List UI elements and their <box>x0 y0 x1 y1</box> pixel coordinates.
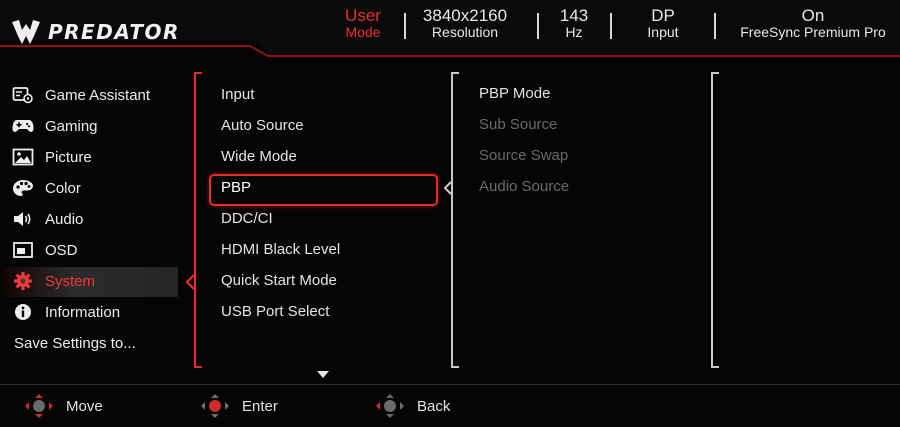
pbp-option-audio-source: Audio Source <box>479 178 570 195</box>
save-settings-button[interactable]: Save Settings to... <box>14 330 136 356</box>
menu-item-label: Picture <box>45 148 92 166</box>
menu-item-audio[interactable]: Audio <box>12 206 83 232</box>
submenu-item-input[interactable]: Input <box>221 84 254 106</box>
submenu-bracket-left <box>194 72 202 368</box>
menu-item-label: Audio <box>45 210 84 228</box>
footer-enter-label: Enter <box>242 397 278 415</box>
gamepad-icon <box>12 116 34 136</box>
pbp-option-pbp-mode[interactable]: PBP Mode <box>479 83 550 105</box>
status-input: DP Input <box>638 6 688 40</box>
footer-back-label: Back <box>417 397 451 415</box>
submenu-item-wide-mode[interactable]: Wide Mode <box>221 146 297 168</box>
status-divider <box>404 13 406 39</box>
menu-item-gaming[interactable]: Gaming <box>12 113 98 139</box>
status-resolution: 3840x2160 Resolution <box>417 6 513 40</box>
game-assistant-icon <box>12 85 34 105</box>
predator-logo-icon <box>12 20 40 44</box>
info-icon <box>12 302 34 322</box>
triangle-down-icon[interactable] <box>316 370 330 379</box>
gear-icon <box>12 271 34 291</box>
osd-icon <box>12 240 34 260</box>
status-mode: User Mode <box>340 6 386 40</box>
values-bracket-left <box>711 72 719 368</box>
menu-item-game-assistant[interactable]: Game Assistant <box>12 82 150 108</box>
status-mode-label: Mode <box>345 24 381 40</box>
status-divider <box>714 13 716 39</box>
menu-item-system[interactable]: System <box>12 268 95 294</box>
submenu-item-usb-port-select[interactable]: USB Port Select <box>221 301 329 323</box>
joystick-move-icon <box>25 394 53 418</box>
chevron-left-icon <box>443 181 452 195</box>
status-freesync: On FreeSync Premium Pro <box>729 6 897 40</box>
status-refresh-rate: 143 Hz <box>552 6 596 40</box>
status-input-label: Input <box>647 24 679 40</box>
menu-item-label: Game Assistant <box>45 86 151 104</box>
submenu-item-ddc-ci[interactable]: DDC/CI <box>221 208 273 230</box>
menu-item-label: Color <box>45 179 81 197</box>
speaker-icon <box>12 209 34 229</box>
palette-icon <box>12 178 34 198</box>
footer-hint-move: Move <box>24 393 103 419</box>
options-bracket-left <box>451 72 459 368</box>
brand: PREDATOR <box>10 18 180 46</box>
status-freesync-label: FreeSync Premium Pro <box>740 24 886 40</box>
pbp-option-sub-source: Sub Source <box>479 116 558 133</box>
status-divider <box>537 13 539 39</box>
status-mode-value: User <box>345 6 381 25</box>
footer-divider <box>0 384 900 385</box>
status-refresh-rate-label: Hz <box>565 24 583 40</box>
submenu-item-quick-start-mode[interactable]: Quick Start Mode <box>221 270 337 292</box>
pbp-option-source-swap: Source Swap <box>479 147 569 164</box>
status-header: PREDATOR User Mode 3840x2160 Resolution … <box>0 0 900 58</box>
menu-item-color[interactable]: Color <box>12 175 81 201</box>
footer-hint-back: Back <box>375 393 450 419</box>
save-settings-label: Save Settings to... <box>14 334 136 352</box>
status-resolution-label: Resolution <box>431 24 499 40</box>
menu-item-information[interactable]: Information <box>12 299 120 325</box>
submenu-item-pbp[interactable]: PBP <box>221 177 251 199</box>
menu-item-label: System <box>45 272 96 290</box>
status-refresh-rate-value: 143 <box>559 6 589 25</box>
menu-item-label: Gaming <box>45 117 98 135</box>
footer-hint-enter: Enter <box>200 393 278 419</box>
brand-name: PREDATOR <box>48 20 180 44</box>
status-freesync-value: On <box>801 6 825 25</box>
menu-item-osd[interactable]: OSD <box>12 237 78 263</box>
menu-item-label: Information <box>45 303 121 321</box>
menu-item-label: OSD <box>45 241 78 259</box>
status-resolution-value: 3840x2160 <box>422 6 508 25</box>
status-input-value: DP <box>651 6 675 25</box>
footer-move-label: Move <box>66 397 103 415</box>
submenu-item-auto-source[interactable]: Auto Source <box>221 115 304 137</box>
joystick-back-icon <box>376 394 404 418</box>
submenu-item-hdmi-black-level[interactable]: HDMI Black Level <box>221 239 340 261</box>
joystick-enter-icon <box>201 394 229 418</box>
picture-icon <box>12 147 34 167</box>
status-divider <box>610 13 612 39</box>
menu-item-picture[interactable]: Picture <box>12 144 92 170</box>
